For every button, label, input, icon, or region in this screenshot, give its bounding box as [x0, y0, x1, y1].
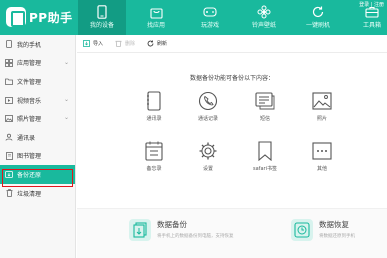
sidebar-item-label: 图书管理: [17, 153, 42, 161]
backup-restore-panel: 数据备份 将手机上的数据备份到电脑，支持恢复 数据恢复 将数据还原到手机: [77, 208, 387, 258]
contacts-icon: [5, 133, 13, 141]
refresh-label: 刷新: [157, 41, 168, 47]
toolbar: 导入 删除 刷新: [77, 35, 387, 53]
data-restore-card[interactable]: 数据恢复 将数据还原到手机: [291, 219, 355, 241]
tab-my-device[interactable]: 我的设备: [78, 0, 126, 35]
backup-item-settings: 设置: [193, 140, 223, 172]
sidebar-item-label: 文件管理: [17, 78, 42, 86]
sidebar-item-my-phone[interactable]: 我的手机: [0, 35, 75, 54]
book-icon: [5, 151, 13, 160]
pp-logo-icon: [6, 7, 26, 27]
backup-prompt: 数据备份功能可备份以下内容：: [189, 75, 274, 82]
delete-label: 删除: [125, 41, 136, 47]
refresh-button[interactable]: 刷新: [147, 40, 167, 47]
tab-label: 找应用: [146, 22, 165, 29]
refresh-icon: [311, 5, 325, 19]
tab-label: 工具箱: [362, 22, 381, 29]
tab-one-click-flash[interactable]: 一键刷机: [294, 0, 342, 35]
sidebar-item-book-management[interactable]: 图书管理: [0, 147, 75, 166]
backup-item-label: 其他: [316, 166, 327, 172]
data-restore-desc: 将数据还原到手机: [319, 234, 355, 239]
backup-item-contacts: 通讯录: [139, 90, 169, 122]
sidebar-item-label: 垃圾清理: [17, 190, 42, 198]
sidebar-item-contacts[interactable]: 通讯录: [0, 128, 75, 147]
data-backup-desc: 将手机上的数据备份到电脑，支持恢复: [157, 234, 234, 239]
backup-item-label: 短信: [259, 116, 270, 122]
apps-icon: [5, 58, 13, 67]
sidebar-item-label: 备份还原: [17, 171, 42, 179]
folder-icon: [5, 77, 13, 85]
bookmark-icon: [254, 140, 276, 162]
backup-item-memo: 备忘录: [139, 140, 169, 172]
backup-item-label: 通话记录: [197, 116, 218, 122]
import-label: 导入: [93, 41, 104, 47]
chevron-down-icon[interactable]: ⌄: [64, 114, 69, 121]
import-icon: [83, 40, 90, 47]
video-icon: [5, 96, 13, 104]
main-tabs: 我的设备 找应用 玩游戏 铃声壁纸 一键刷机 工具箱: [78, 0, 387, 35]
delete-icon: [115, 40, 122, 47]
tab-games[interactable]: 玩游戏: [186, 0, 234, 35]
sidebar-item-label: 照片管理: [17, 116, 42, 124]
tab-label: 我的设备: [89, 22, 114, 29]
settings-icon: [197, 140, 219, 162]
memo-icon: [143, 140, 165, 162]
tab-label: 玩游戏: [200, 22, 219, 29]
sidebar-item-label: 我的手机: [17, 41, 42, 49]
backup-item-label: 备忘录: [146, 166, 162, 172]
flower-icon: [257, 5, 271, 19]
chevron-down-icon[interactable]: ⌄: [64, 59, 69, 66]
sidebar-item-label: 通讯录: [17, 134, 36, 142]
chevron-down-icon[interactable]: ⌄: [64, 96, 69, 103]
sidebar-item-label: 应用管理: [17, 60, 42, 68]
backup-file-icon: [129, 219, 151, 241]
sms-icon: [254, 90, 276, 112]
phone-icon: [95, 5, 109, 19]
data-backup-card[interactable]: 数据备份 将手机上的数据备份到电脑，支持恢复: [129, 219, 234, 241]
login-register-link[interactable]: 登录 | 注册: [359, 1, 384, 8]
backup-item-label: 设置: [202, 166, 213, 172]
phone-icon: [5, 40, 13, 49]
delete-button[interactable]: 删除: [115, 40, 135, 47]
sidebar-item-video-music[interactable]: 视频音乐 ⌄: [0, 91, 75, 110]
backup-item-label: 照片: [316, 116, 327, 122]
backup-item-label: 通讯录: [146, 116, 162, 122]
sidebar-item-photo-management[interactable]: 照片管理 ⌄: [0, 109, 75, 128]
contacts-book-icon: [143, 90, 165, 112]
main-content: 导入 删除 刷新 数据备份功能可备份以下内容： 通讯录 通话记录 短信 照片 备…: [77, 35, 387, 258]
tab-find-apps[interactable]: 找应用: [132, 0, 180, 35]
sidebar-item-app-management[interactable]: 应用管理 ⌄: [0, 54, 75, 73]
data-restore-title: 数据恢复: [319, 220, 349, 229]
sidebar-item-label: 视频音乐: [17, 97, 42, 105]
sidebar-item-trash-clean[interactable]: 垃圾清理: [0, 184, 75, 203]
photo-icon: [5, 115, 13, 123]
backup-item-safari-bookmarks: safari书签: [250, 140, 280, 172]
gamepad-icon: [203, 5, 217, 19]
backup-item-call-log: 通话记录: [193, 90, 223, 122]
trash-icon: [5, 189, 13, 197]
backup-item-label: safari书签: [253, 166, 277, 172]
tab-ringtones-wallpapers[interactable]: 铃声壁纸: [240, 0, 288, 35]
photo-icon: [311, 90, 333, 112]
sidebar-item-file-management[interactable]: 文件管理: [0, 72, 75, 91]
bag-icon: [149, 5, 163, 19]
restore-clock-icon: [291, 219, 313, 241]
tab-label: 铃声壁纸: [251, 22, 276, 29]
call-log-icon: [197, 90, 219, 112]
logo-text: PP助手: [29, 10, 73, 25]
refresh-icon: [147, 40, 154, 47]
sidebar: 我的手机 应用管理 ⌄ 文件管理 视频音乐 ⌄ 照片管理 ⌄ 通讯录 图书管理: [0, 35, 76, 258]
tab-label: 一键刷机: [305, 22, 330, 29]
top-bar: PP助手 我的设备 找应用 玩游戏 铃声壁纸 一键刷机 工具箱 登录 | 注册: [0, 0, 387, 35]
sidebar-item-backup-restore[interactable]: 备份还原: [0, 165, 75, 184]
data-backup-title: 数据备份: [157, 220, 187, 229]
backup-item-photos: 照片: [307, 90, 337, 122]
import-button[interactable]: 导入: [83, 40, 103, 47]
backup-icon: [5, 170, 13, 179]
logo: PP助手: [6, 6, 73, 28]
app-window: PP助手 我的设备 找应用 玩游戏 铃声壁纸 一键刷机 工具箱 登录 | 注册 …: [0, 0, 387, 258]
backup-item-sms: 短信: [250, 90, 280, 122]
more-icon: [311, 140, 333, 162]
backup-item-other: 其他: [307, 140, 337, 172]
